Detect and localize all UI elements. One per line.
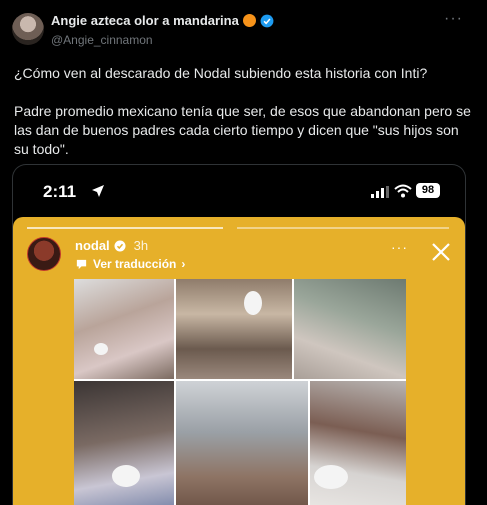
story-user-avatar[interactable] (27, 237, 61, 271)
affiliate-badge-icon (242, 14, 256, 27)
story-progress-bar-2 (237, 227, 449, 229)
chevron-right-icon: › (181, 257, 186, 271)
tweet-media[interactable]: 2:11 98 nodal 3h Ver traducción › ··· (12, 164, 466, 505)
translate-label[interactable]: Ver traducción (93, 257, 176, 271)
tweet-paragraph-2: Padre promedio mexicano tenía que ser, d… (14, 103, 471, 157)
author-avatar[interactable] (12, 13, 44, 45)
story-more-button[interactable]: ··· (391, 239, 408, 255)
author-name[interactable]: Angie azteca olor a mandarina (51, 13, 239, 28)
collage-photo-1 (74, 279, 174, 379)
instagram-story: nodal 3h Ver traducción › ··· (13, 217, 465, 505)
tweet-text: ¿Cómo ven al descarado de Nodal subiendo… (14, 64, 474, 178)
phone-status-time: 2:11 (43, 182, 77, 201)
story-time-ago: 3h (133, 238, 149, 253)
author-name-row[interactable]: Angie azteca olor a mandarina (51, 13, 274, 28)
story-user-row[interactable]: nodal 3h (75, 238, 148, 253)
translate-icon (76, 259, 87, 269)
story-verified-icon (114, 240, 126, 251)
collage-photo-2 (176, 279, 292, 379)
translate-link[interactable]: Ver traducción › (75, 257, 185, 271)
more-options-button[interactable]: ··· (444, 10, 463, 28)
close-icon[interactable] (431, 242, 451, 262)
location-arrow-icon (92, 185, 104, 197)
verified-icon (260, 14, 274, 27)
blurred-face-4 (314, 465, 348, 489)
collage-photo-3 (294, 279, 406, 379)
story-username[interactable]: nodal (75, 238, 110, 253)
wifi-icon (394, 184, 412, 198)
story-progress-bar-1 (27, 227, 223, 229)
blurred-face-1 (94, 343, 108, 355)
blurred-face-3 (112, 465, 140, 487)
blurred-face-2 (244, 291, 262, 315)
collage-photo-5 (176, 381, 308, 505)
tweet-paragraph-1: ¿Cómo ven al descarado de Nodal subiendo… (14, 65, 428, 81)
signal-icon (371, 186, 389, 198)
battery-indicator: 98 (416, 183, 440, 198)
photo-collage (74, 279, 406, 505)
author-handle[interactable]: @Angie_cinnamon (51, 33, 153, 47)
